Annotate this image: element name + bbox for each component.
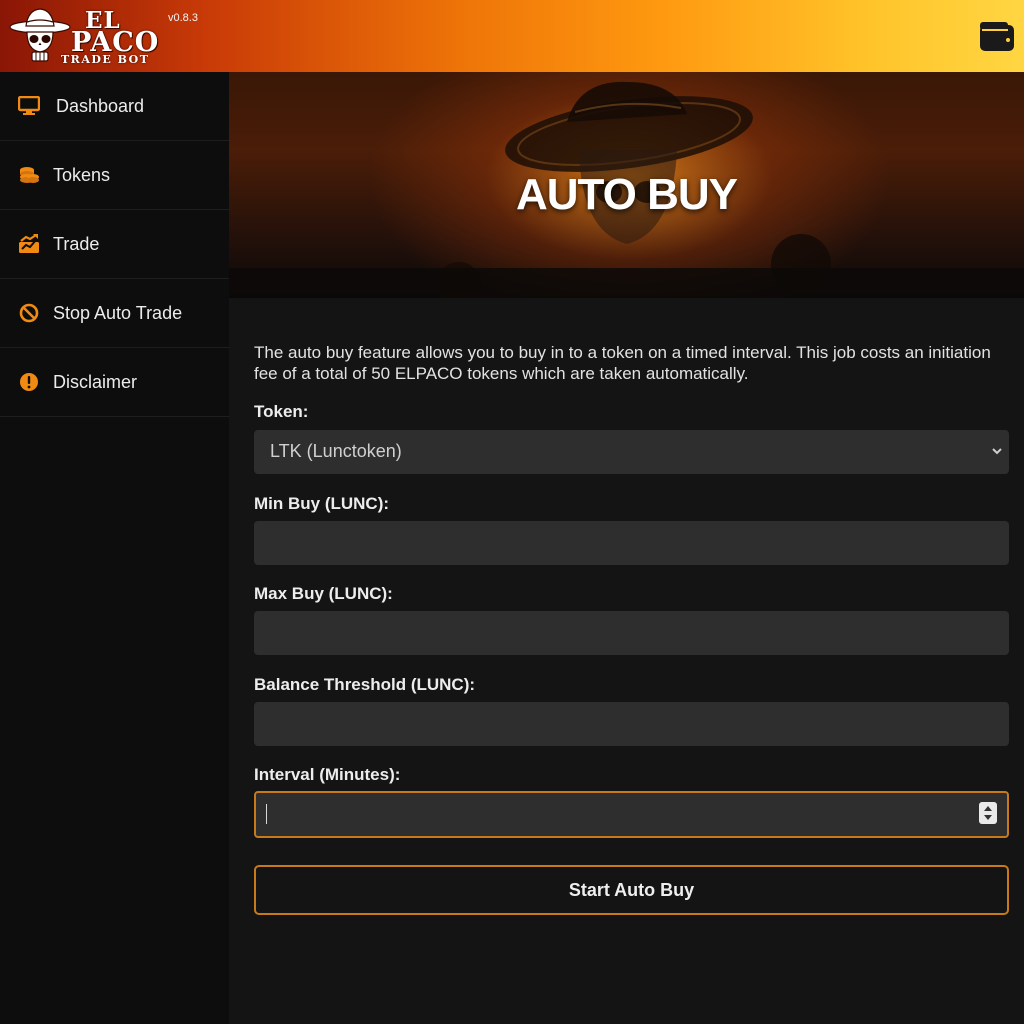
wallet-button[interactable] [979,21,1015,53]
sidebar-item-trade[interactable]: Trade [0,210,229,279]
sidebar-item-stop-auto-trade[interactable]: Stop Auto Trade [0,279,229,348]
sidebar-item-tokens[interactable]: Tokens [0,141,229,210]
logo-subtitle: TRADE BOT [61,53,150,66]
balance-threshold-label: Balance Threshold (LUNC): [254,675,476,694]
max-buy-label: Max Buy (LUNC): [254,584,393,603]
token-select[interactable]: LTK (Lunctoken) [254,430,1009,474]
min-buy-input[interactable] [254,521,1009,565]
wallet-icon [980,22,1014,51]
exclamation-icon [18,371,40,393]
start-auto-buy-button[interactable]: Start Auto Buy [254,865,1009,915]
top-bar: EL PACO TRADE BOT v0.8.3 [0,0,1024,72]
page-title: AUTO BUY [516,170,738,219]
interval-label: Interval (Minutes): [254,765,401,784]
sidebar-item-disclaimer[interactable]: Disclaimer [0,348,229,417]
sidebar: Dashboard Tokens Trade Stop Auto Trade D… [0,72,229,1024]
number-spinner[interactable] [979,802,997,824]
sidebar-item-label: Trade [53,233,100,254]
sidebar-item-dashboard[interactable]: Dashboard [0,72,229,141]
max-buy-input[interactable] [254,611,1009,655]
sidebar-item-label: Stop Auto Trade [53,302,183,323]
balance-threshold-input[interactable] [254,702,1009,746]
sidebar-item-label: Tokens [53,164,111,185]
monitor-icon [18,95,40,117]
sidebar-item-label: Disclaimer [53,371,138,392]
text-cursor [266,804,267,824]
coins-icon [18,164,40,186]
interval-input[interactable] [254,791,1009,838]
chart-icon [18,233,40,255]
chevron-down-icon [992,448,1002,455]
feature-description: The auto buy feature allows you to buy i… [254,343,991,383]
token-label: Token: [254,402,309,421]
min-buy-label: Min Buy (LUNC): [254,494,390,513]
hero-banner: AUTO BUY [229,72,1024,298]
main-content: AUTO BUY The auto buy feature allows you… [229,72,1024,1024]
token-select-value: LTK (Lunctoken) [270,441,402,461]
ban-icon [18,302,40,324]
version-label: v0.8.3 [168,12,198,24]
sidebar-item-label: Dashboard [56,95,145,116]
app-logo[interactable]: EL PACO TRADE BOT [8,5,168,67]
